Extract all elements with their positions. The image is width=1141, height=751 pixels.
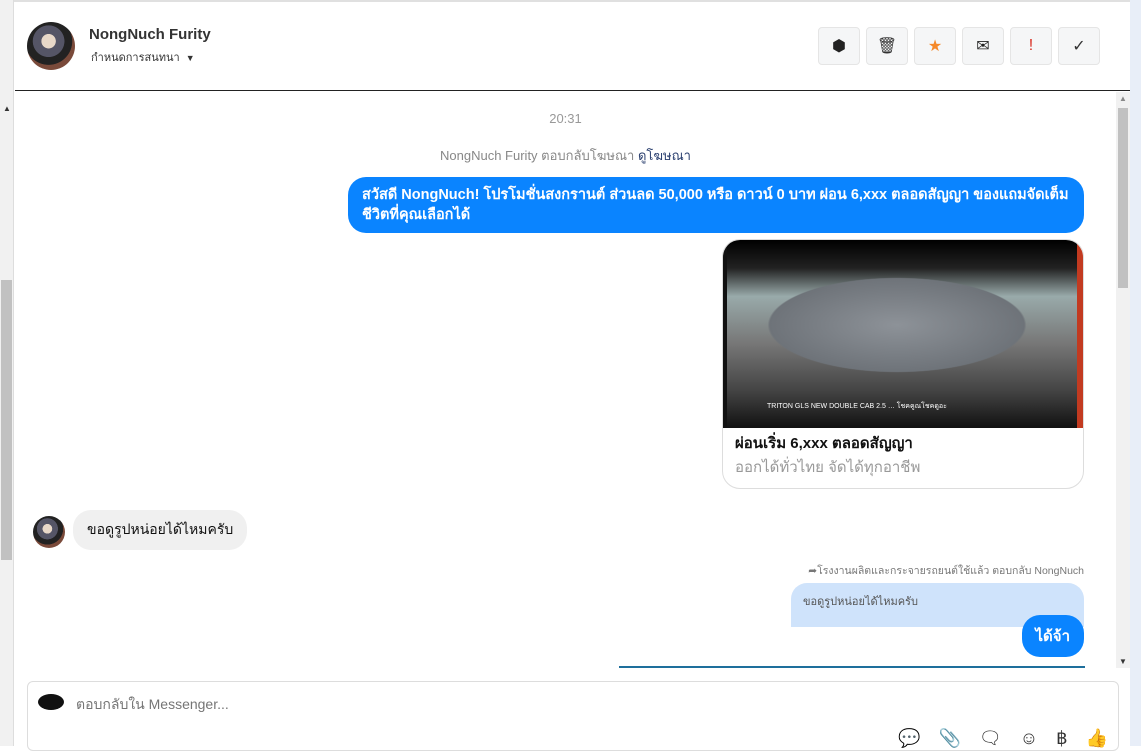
exclamation-icon: ! [1028, 37, 1034, 54]
scrollbar-thumb[interactable] [1118, 108, 1128, 288]
incoming-message: ขอดูรูปหน่อยได้ไหมครับ [73, 510, 248, 550]
quote-label: ➦โรงงานผลิตและกระจายรถยนต์ใช้แล้ว ตอบกลั… [808, 562, 1084, 579]
ad-reply-info: NongNuch Furity ตอบกลับโฆษณา ดูโฆษณา [15, 145, 1116, 166]
conversation-header: NongNuch Furity กำหนดการสนทนา ▼ ⬢ 🗑 ★ ✉! ✓ [15, 2, 1130, 91]
thread-scrollbar[interactable]: ▲ ▼ [1116, 92, 1130, 668]
outgoing-reply: ได้จ้า [1021, 615, 1084, 657]
action-toolbar: ⬢ 🗑 ★ ✉! ✓ [818, 27, 1100, 65]
sender-avatar [33, 516, 65, 548]
envelope-icon: ✉ [976, 38, 990, 55]
timestamp: 20:31 [549, 111, 582, 126]
conversation-settings-dropdown[interactable]: กำหนดการสนทนา ▼ [91, 48, 195, 66]
dropdown-label: กำหนดการสนทนา [91, 52, 180, 64]
spam-button[interactable]: ⬢ [818, 27, 860, 65]
delete-button[interactable]: 🗑 [866, 27, 908, 65]
mark-unread-button[interactable]: ✉ [962, 27, 1004, 65]
composer: 💬📎🗨☺฿👍 [27, 681, 1119, 751]
star-button[interactable]: ★ [914, 27, 956, 65]
scroll-down-icon[interactable]: ▼ [1119, 657, 1127, 666]
outgoing-ad-message: สวัสดี NongNuch! โปรโมชั่นสงกรานต์ ส่วนล… [348, 177, 1084, 233]
scroll-up-icon[interactable]: ▲ [1119, 94, 1127, 103]
alert-octagon-icon: ⬢ [832, 38, 846, 55]
caret-down-icon: ▼ [185, 53, 195, 63]
contact-name[interactable]: NongNuch Furity [89, 26, 211, 43]
ad-card-title: ผ่อนเริ่ม 6,xxx ตลอดสัญญา [735, 435, 913, 452]
avatar[interactable] [27, 22, 75, 70]
right-edge [1130, 0, 1141, 746]
view-ad-link[interactable]: ดูโฆษณา [638, 148, 691, 163]
done-button[interactable]: ✓ [1058, 27, 1100, 65]
next-message-edge [619, 666, 1085, 668]
check-icon: ✓ [1072, 38, 1086, 55]
trash-icon: 🗑 [876, 38, 898, 55]
scrollbar-thumb[interactable] [1, 280, 12, 560]
ad-card-subtitle: ออกได้ทั่วไทย จัดได้ทุกอาชีพ [735, 459, 921, 476]
reply-info-text: NongNuch Furity ตอบกลับโฆษณา [440, 148, 635, 163]
reply-arrow-icon: ➦ [808, 565, 818, 577]
important-button[interactable]: ! [1010, 27, 1052, 65]
image-caption: TRITON GLS NEW DOUBLE CAB 2.5 … โชคคูณโช… [767, 403, 947, 410]
ad-card[interactable]: TRITON GLS NEW DOUBLE CAB 2.5 … โชคคูณโช… [722, 239, 1084, 489]
message-thread: 20:31 NongNuch Furity ตอบกลับโฆษณา ดูโฆษ… [15, 92, 1116, 668]
quote-label-text: โรงงานผลิตและกระจายรถยนต์ใช้แล้ว ตอบกลับ… [817, 565, 1084, 577]
left-scrollbar[interactable]: ▲ [0, 0, 14, 746]
page-avatar [38, 694, 64, 710]
star-icon: ★ [927, 38, 943, 55]
reply-input[interactable] [76, 696, 876, 712]
scroll-up-icon[interactable]: ▲ [3, 104, 11, 113]
car-image: TRITON GLS NEW DOUBLE CAB 2.5 … โชคคูณโช… [723, 240, 1083, 428]
